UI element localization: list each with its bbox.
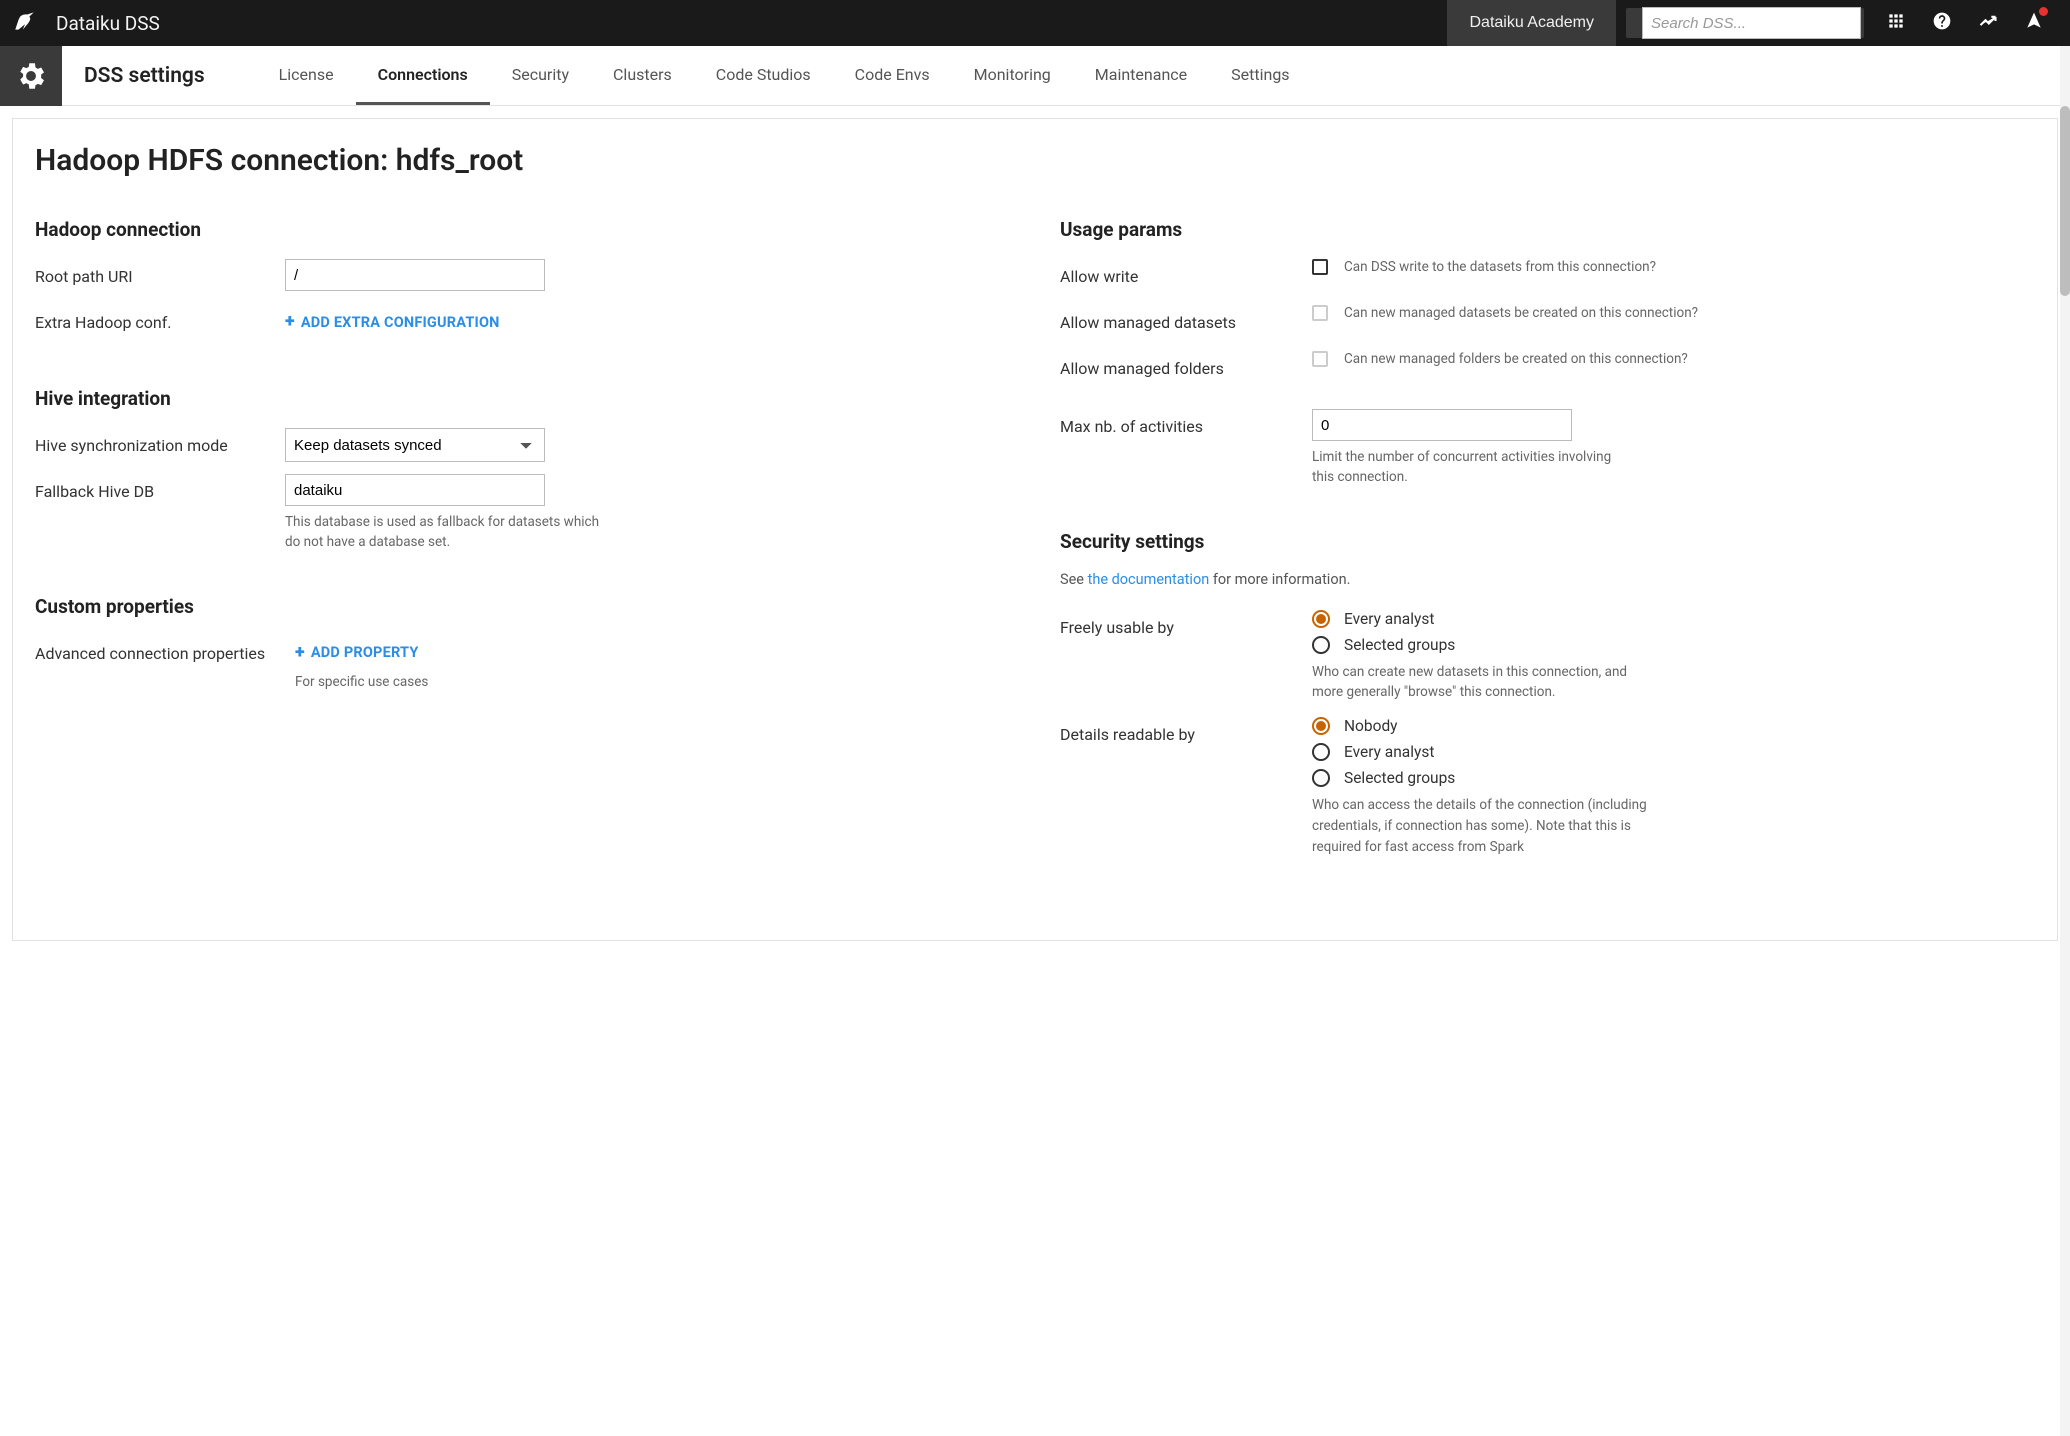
- tab-license[interactable]: License: [257, 46, 356, 105]
- max-activities-help: Limit the number of concurrent activitie…: [1312, 447, 1622, 488]
- tab-connections[interactable]: Connections: [356, 46, 490, 105]
- search-box[interactable]: [1626, 8, 1864, 38]
- allow-managed-folders-label: Allow managed folders: [1060, 351, 1312, 378]
- scrollbar-thumb[interactable]: [2060, 106, 2070, 296]
- adv-conn-help: For specific use cases: [295, 672, 625, 692]
- academy-button[interactable]: Dataiku Academy: [1447, 0, 1616, 46]
- root-path-input[interactable]: [285, 259, 545, 291]
- hadoop-heading: Hadoop connection: [35, 218, 1010, 241]
- allow-managed-folders-checkbox[interactable]: [1312, 351, 1328, 367]
- tab-monitoring[interactable]: Monitoring: [952, 46, 1073, 105]
- root-path-label: Root path URI: [35, 259, 285, 286]
- custom-heading: Custom properties: [35, 595, 1010, 618]
- adv-conn-label: Advanced connection properties: [35, 636, 295, 663]
- section-custom: Custom properties Advanced connection pr…: [35, 595, 1010, 692]
- freely-radio-every-analyst[interactable]: [1312, 610, 1330, 628]
- subnav-title: DSS settings: [62, 46, 227, 105]
- notification-dot: [2039, 7, 2048, 16]
- allow-write-label: Allow write: [1060, 259, 1312, 286]
- details-help: Who can access the details of the connec…: [1312, 795, 1652, 858]
- documentation-link[interactable]: the documentation: [1088, 571, 1210, 588]
- freely-radio-selected-groups[interactable]: [1312, 636, 1330, 654]
- add-property-button[interactable]: + ADD PROPERTY: [295, 636, 419, 662]
- help-icon[interactable]: [1932, 11, 1952, 35]
- plus-icon: +: [285, 313, 295, 331]
- security-heading: Security settings: [1060, 530, 2035, 553]
- details-radio-selected-groups[interactable]: [1312, 769, 1330, 787]
- security-doc-line: See the documentation for more informati…: [1060, 571, 2035, 588]
- max-activities-input[interactable]: [1312, 409, 1572, 441]
- hive-heading: Hive integration: [35, 387, 1010, 410]
- extra-conf-label: Extra Hadoop conf.: [35, 305, 285, 332]
- allow-managed-folders-desc: Can new managed folders be created on th…: [1344, 351, 1688, 367]
- plus-icon: +: [295, 644, 305, 662]
- details-readable-label: Details readable by: [1060, 717, 1312, 744]
- section-hadoop: Hadoop connection Root path URI Extra Ha…: [35, 218, 1010, 345]
- tab-clusters[interactable]: Clusters: [591, 46, 694, 105]
- tab-code-studios[interactable]: Code Studios: [694, 46, 833, 105]
- subnav: DSS settings License Connections Securit…: [0, 46, 2070, 106]
- max-activities-label: Max nb. of activities: [1060, 409, 1312, 436]
- main-panel: Hadoop HDFS connection: hdfs_root Hadoop…: [12, 118, 2058, 941]
- details-radio-nobody[interactable]: [1312, 717, 1330, 735]
- allow-write-desc: Can DSS write to the datasets from this …: [1344, 259, 1656, 275]
- notifications-icon[interactable]: [2024, 11, 2044, 35]
- fallback-db-help: This database is used as fallback for da…: [285, 512, 615, 553]
- allow-managed-datasets-desc: Can new managed datasets be created on t…: [1344, 305, 1698, 321]
- add-extra-configuration-button[interactable]: + ADD EXTRA CONFIGURATION: [285, 305, 500, 331]
- details-radio-every-analyst[interactable]: [1312, 743, 1330, 761]
- allow-managed-datasets-checkbox[interactable]: [1312, 305, 1328, 321]
- section-security: Security settings See the documentation …: [1060, 530, 2035, 859]
- tab-code-envs[interactable]: Code Envs: [833, 46, 952, 105]
- fallback-db-label: Fallback Hive DB: [35, 474, 285, 501]
- tab-maintenance[interactable]: Maintenance: [1073, 46, 1209, 105]
- section-usage: Usage params Allow write Can DSS write t…: [1060, 218, 2035, 488]
- tab-security[interactable]: Security: [490, 46, 591, 105]
- freely-help: Who can create new datasets in this conn…: [1312, 662, 1652, 704]
- dataiku-bird-icon[interactable]: [12, 8, 38, 38]
- tab-settings[interactable]: Settings: [1209, 46, 1311, 105]
- usage-heading: Usage params: [1060, 218, 2035, 241]
- subnav-tabs: License Connections Security Clusters Co…: [227, 46, 2070, 105]
- brand-title: Dataiku DSS: [56, 12, 160, 35]
- allow-managed-datasets-label: Allow managed datasets: [1060, 305, 1312, 332]
- section-hive: Hive integration Hive synchronization mo…: [35, 387, 1010, 553]
- activity-icon[interactable]: [1978, 11, 1998, 35]
- allow-write-checkbox[interactable]: [1312, 259, 1328, 275]
- page-title: Hadoop HDFS connection: hdfs_root: [35, 143, 2035, 178]
- fallback-db-input[interactable]: [285, 474, 545, 506]
- settings-gear-icon[interactable]: [0, 46, 62, 106]
- hive-sync-select[interactable]: Keep datasets synced: [285, 428, 545, 462]
- scrollbar-track[interactable]: [2060, 46, 2070, 1436]
- hive-sync-label: Hive synchronization mode: [35, 428, 285, 455]
- topbar: Dataiku DSS Dataiku Academy: [0, 0, 2070, 46]
- search-input[interactable]: [1642, 7, 1861, 39]
- freely-usable-label: Freely usable by: [1060, 610, 1312, 637]
- apps-icon[interactable]: [1886, 11, 1906, 35]
